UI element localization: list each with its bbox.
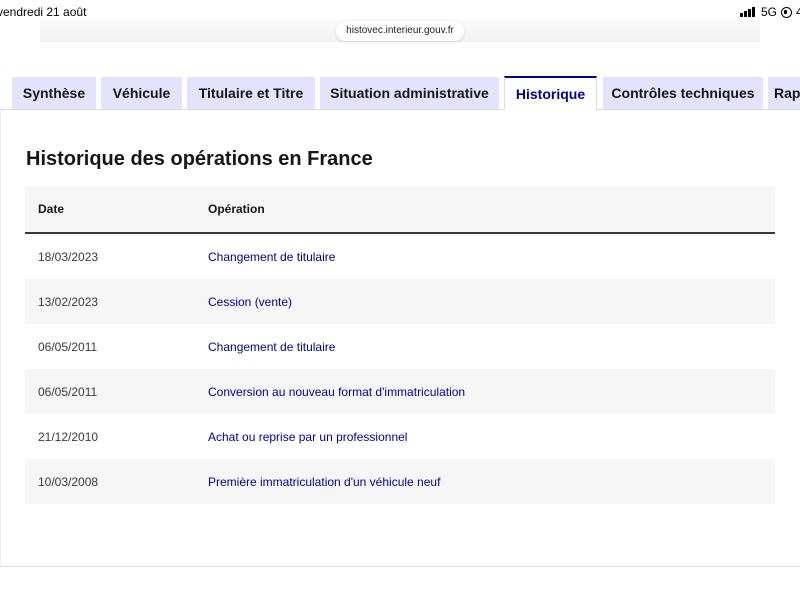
- row-date: 06/05/2011: [38, 339, 98, 354]
- row-operation-link[interactable]: Achat ou reprise par un professionnel: [195, 430, 775, 444]
- table-row: 13/02/2023 Cession (vente): [25, 279, 775, 324]
- tab-synthese[interactable]: Synthèse: [12, 77, 96, 109]
- tab-titulaire-et-titre[interactable]: Titulaire et Titre: [187, 77, 315, 109]
- row-operation-link[interactable]: Changement de titulaire: [195, 340, 775, 354]
- status-indicators: 5G 4:: [739, 5, 800, 19]
- tab-bar: Synthèse Véhicule Titulaire et Titre Sit…: [0, 76, 800, 110]
- row-operation-link[interactable]: Première immatriculation d'un véhicule n…: [195, 475, 775, 489]
- row-operation-link[interactable]: Changement de titulaire: [195, 250, 775, 264]
- row-date: 18/03/2023: [38, 249, 99, 264]
- table-row: 10/03/2008 Première immatriculation d'un…: [25, 459, 775, 504]
- tab-controles-techniques[interactable]: Contrôles techniques: [603, 77, 763, 109]
- table-header: Date Opération: [25, 186, 775, 234]
- orientation-lock-icon: [780, 6, 792, 18]
- table-row: 21/12/2010 Achat ou reprise par un profe…: [25, 414, 775, 459]
- tab-situation-administrative[interactable]: Situation administrative: [320, 77, 499, 109]
- row-date: 06/05/2011: [38, 384, 98, 399]
- row-date: 10/03/2008: [38, 474, 99, 489]
- row-operation-link[interactable]: Cession (vente): [195, 295, 775, 309]
- row-date: 21/12/2010: [38, 429, 99, 444]
- tab-historique[interactable]: Historique: [504, 76, 597, 110]
- section-title: Historique des opérations en France: [26, 148, 373, 170]
- row-operation-link[interactable]: Conversion au nouveau format d'immatricu…: [195, 385, 775, 399]
- tab-rapport[interactable]: Rap: [768, 77, 800, 109]
- network-type: 5G: [760, 5, 777, 19]
- table-row: 18/03/2023 Changement de titulaire: [25, 234, 775, 279]
- row-date: 13/02/2023: [38, 294, 99, 309]
- column-header-operation: Opération: [208, 202, 265, 216]
- address-bar[interactable]: histovec.interieur.gouv.fr: [336, 21, 464, 41]
- battery-percentage: 4:: [795, 5, 800, 19]
- table-row: 06/05/2011 Conversion au nouveau format …: [25, 369, 775, 414]
- history-table: Date Opération 18/03/2023 Changement de …: [25, 186, 775, 504]
- tab-vehicule[interactable]: Véhicule: [101, 77, 182, 109]
- cellular-signal-icon: [739, 7, 755, 17]
- table-row: 06/05/2011 Changement de titulaire: [25, 324, 775, 369]
- status-time: vendredi 21 août: [0, 5, 87, 19]
- column-header-date: Date: [38, 202, 65, 216]
